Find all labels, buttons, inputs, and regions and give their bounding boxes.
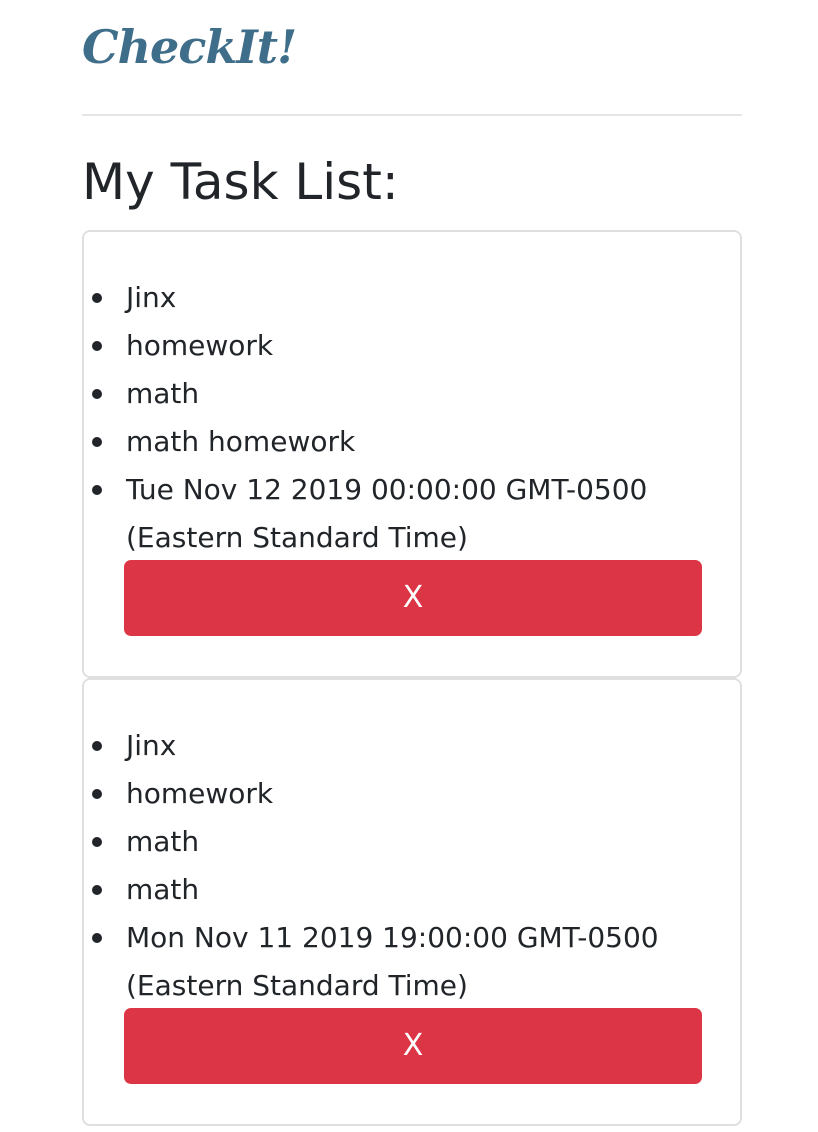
bullet-icon: [92, 341, 102, 351]
task-name: Jinx: [126, 281, 177, 314]
bullet-icon: [92, 741, 102, 751]
task-description: math: [126, 873, 200, 906]
bullet-icon: [92, 485, 102, 495]
list-item: math: [92, 866, 704, 914]
task-due-date: Mon Nov 11 2019 19:00:00 GMT-0500 (Easte…: [126, 921, 659, 1002]
task-list: Jinx homework math math homework Tue Nov…: [82, 230, 742, 1126]
task-name: Jinx: [126, 729, 177, 762]
delete-task-button[interactable]: X: [124, 1008, 702, 1084]
task-card: Jinx homework math math homework Tue Nov…: [82, 230, 742, 678]
task-details-list: Jinx homework math math Mon Nov 11 2019 …: [84, 722, 704, 1010]
list-item: homework: [92, 770, 704, 818]
task-category: homework: [126, 329, 274, 362]
list-item: homework: [92, 322, 704, 370]
brand-logo[interactable]: CheckIt!: [82, 16, 297, 78]
bullet-icon: [92, 837, 102, 847]
task-description: math homework: [126, 425, 356, 458]
bullet-icon: [92, 933, 102, 943]
task-category: homework: [126, 777, 274, 810]
task-subject: math: [126, 825, 200, 858]
task-due-date: Tue Nov 12 2019 00:00:00 GMT-0500 (Easte…: [126, 473, 648, 554]
bullet-icon: [92, 885, 102, 895]
bullet-icon: [92, 437, 102, 447]
header-divider: [82, 114, 742, 116]
task-card: Jinx homework math math Mon Nov 11 2019 …: [82, 678, 742, 1126]
list-item: math: [92, 818, 704, 866]
list-item: math homework: [92, 418, 704, 466]
bullet-icon: [92, 389, 102, 399]
list-item: math: [92, 370, 704, 418]
task-details-list: Jinx homework math math homework Tue Nov…: [84, 274, 704, 562]
task-subject: math: [126, 377, 200, 410]
list-item: Jinx: [92, 722, 704, 770]
list-item: Mon Nov 11 2019 19:00:00 GMT-0500 (Easte…: [92, 914, 686, 1010]
delete-task-button[interactable]: X: [124, 560, 702, 636]
page-title: My Task List:: [82, 153, 399, 211]
bullet-icon: [92, 293, 102, 303]
bullet-icon: [92, 789, 102, 799]
list-item: Tue Nov 12 2019 00:00:00 GMT-0500 (Easte…: [92, 466, 686, 562]
list-item: Jinx: [92, 274, 704, 322]
